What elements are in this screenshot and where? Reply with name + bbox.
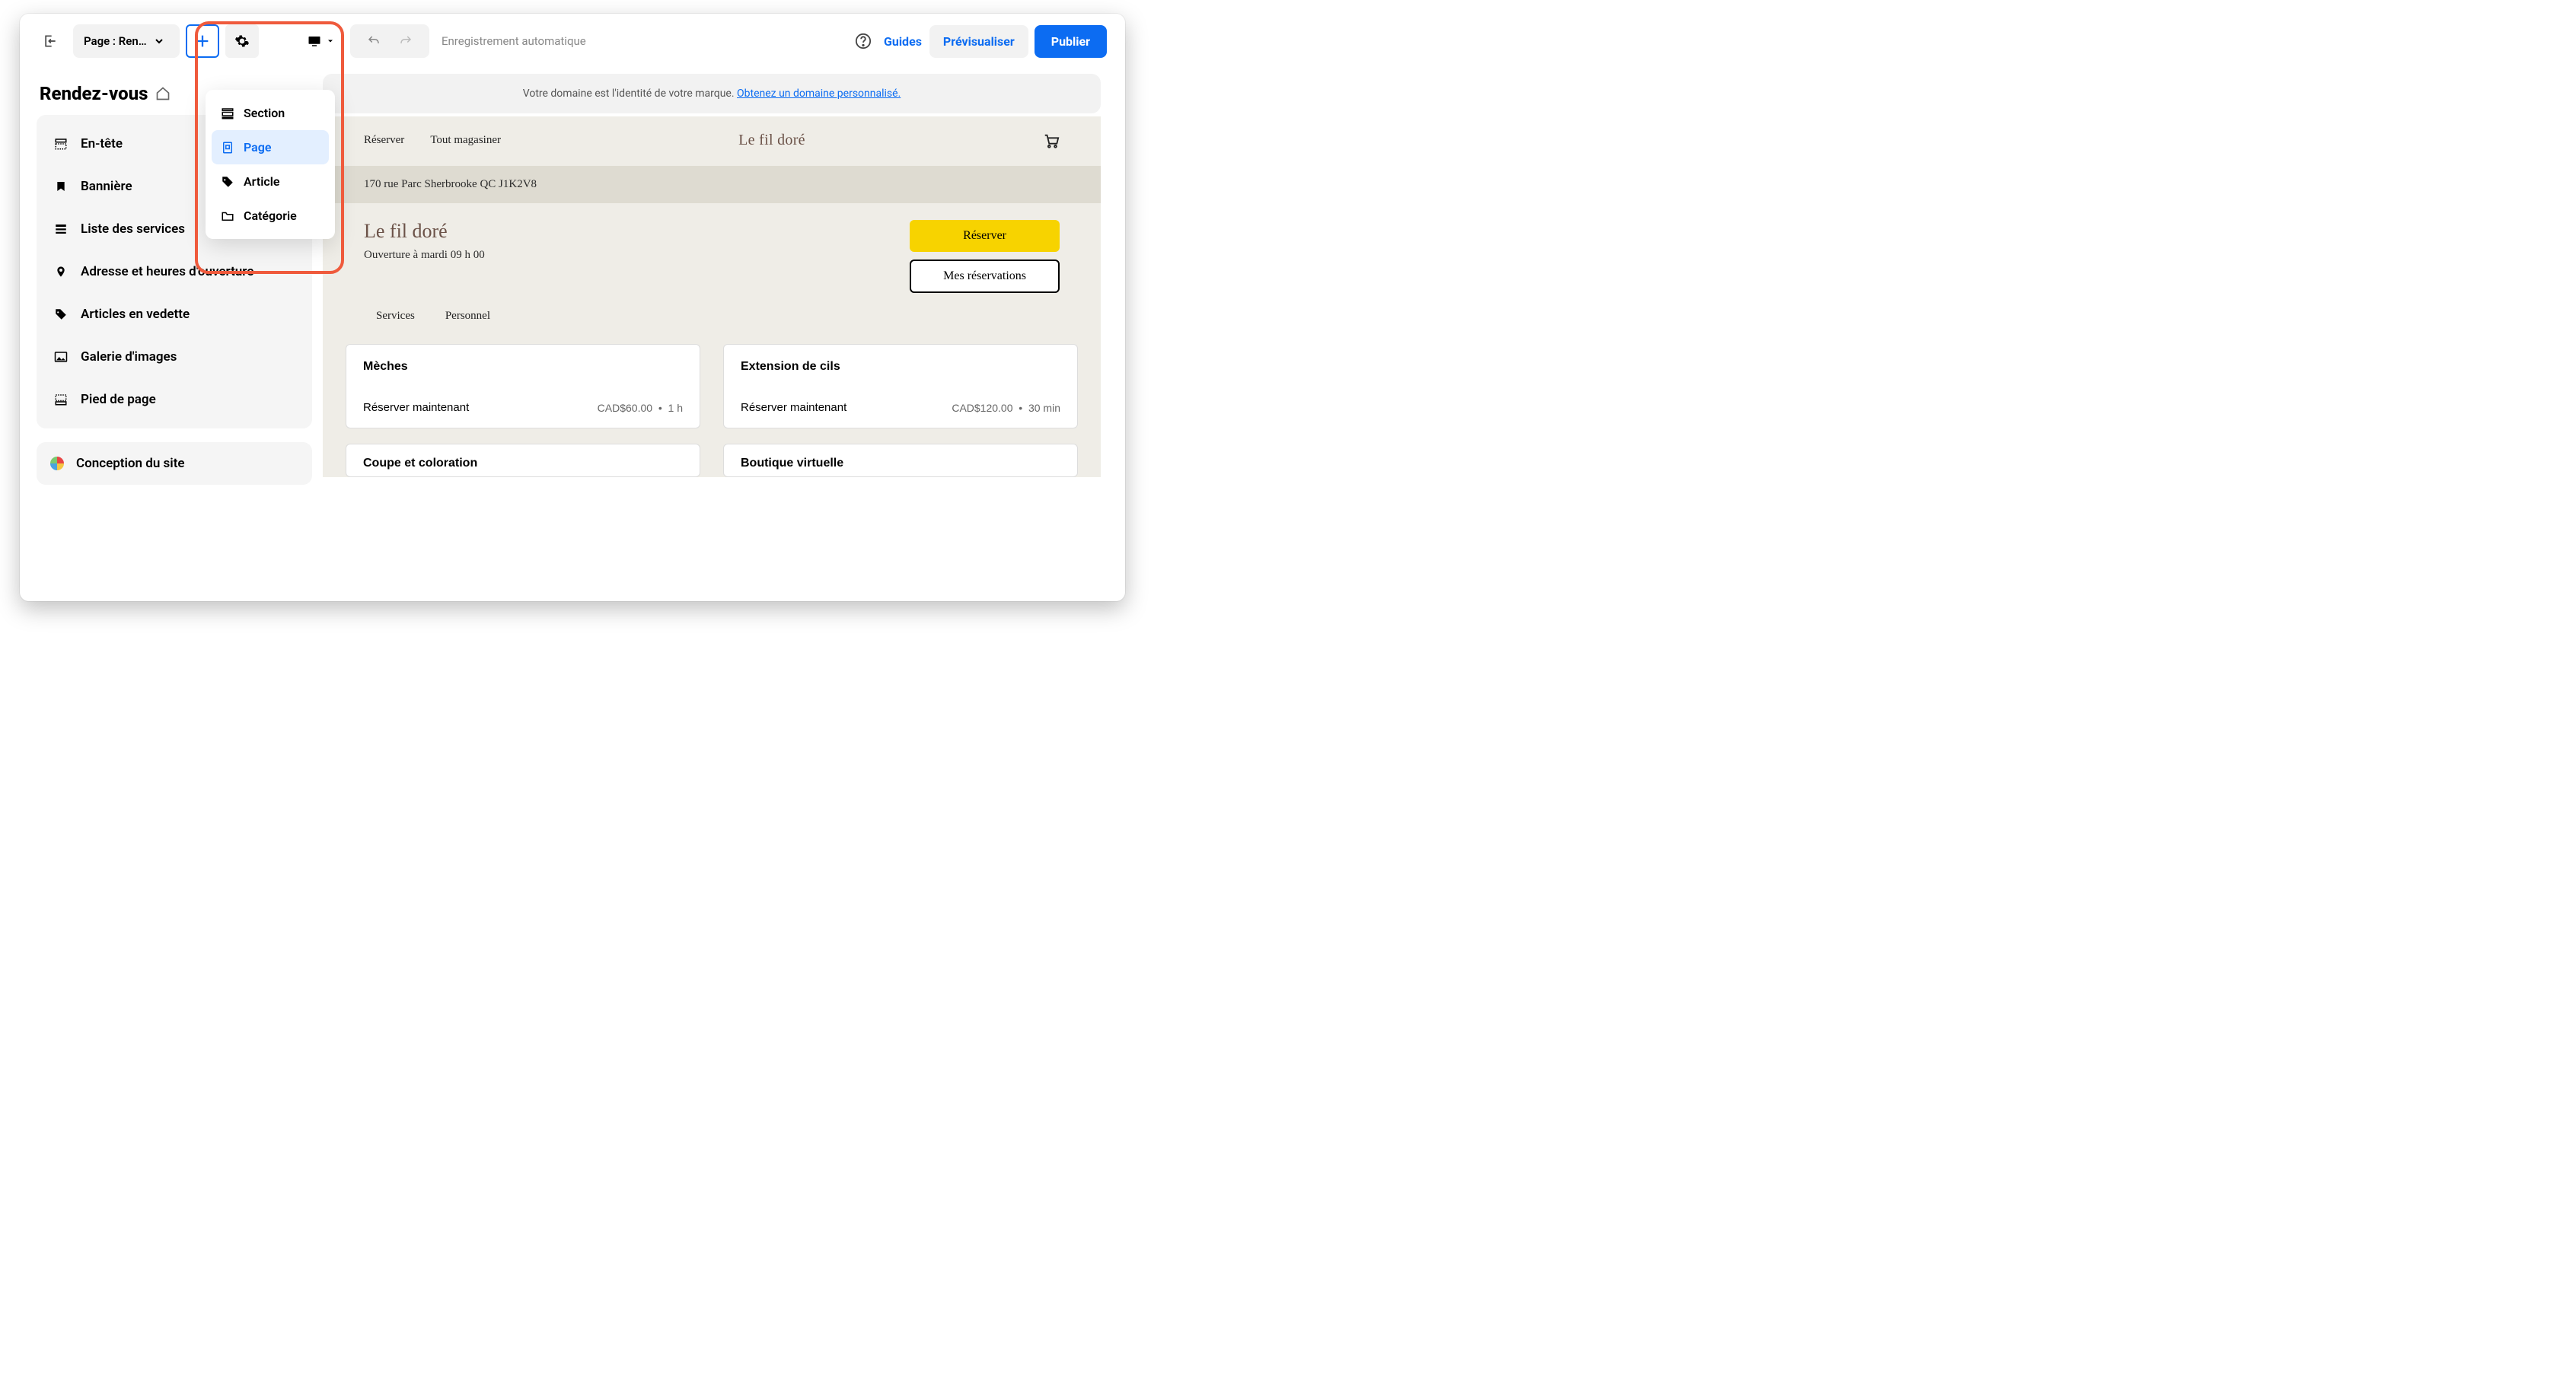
service-action[interactable]: Réserver maintenant: [363, 401, 469, 414]
sidebar-item-label: Adresse et heures d'ouverture: [81, 264, 253, 279]
page-selector[interactable]: Page : Ren…: [73, 24, 180, 58]
sidebar-item-label: Pied de page: [81, 392, 156, 407]
header-icon: [53, 137, 69, 151]
tag-icon: [221, 175, 234, 189]
service-title: Coupe et coloration: [363, 457, 477, 470]
pin-icon: [53, 264, 69, 279]
service-title: Mèches: [363, 360, 683, 374]
sidebar-item-label: Articles en vedette: [81, 307, 190, 322]
service-card[interactable]: Coupe et coloration: [346, 444, 700, 477]
sidebar-item-label: En-tête: [81, 136, 123, 151]
undo-icon: [365, 34, 382, 48]
site-design-label: Conception du site: [76, 456, 185, 471]
add-menu-page[interactable]: Page: [212, 130, 329, 164]
add-menu-label: Page: [244, 140, 271, 154]
tab-staff[interactable]: Personnel: [445, 310, 490, 323]
service-action[interactable]: Réserver maintenant: [741, 401, 846, 414]
home-icon: [155, 86, 171, 101]
settings-button[interactable]: [225, 24, 259, 58]
reserve-button[interactable]: Réserver: [910, 220, 1060, 252]
device-selector[interactable]: [298, 24, 344, 58]
bookmark-icon: [53, 180, 69, 193]
domain-banner: Votre domaine est l'identité de votre ma…: [323, 74, 1101, 113]
list-icon: [53, 222, 69, 236]
guides-link[interactable]: Guides: [882, 27, 923, 56]
add-menu-label: Catégorie: [244, 209, 297, 223]
palette-icon: [50, 457, 64, 470]
add-menu-label: Section: [244, 106, 285, 120]
service-title: Boutique virtuelle: [741, 457, 843, 470]
help-button[interactable]: [850, 28, 876, 54]
sidebar-item-label: Bannière: [81, 179, 132, 194]
my-reservations-button[interactable]: Mes réservations: [910, 260, 1060, 293]
cart-icon: [1043, 132, 1060, 149]
add-menu-label: Article: [244, 174, 279, 189]
undo-button[interactable]: [358, 34, 390, 48]
add-menu-category[interactable]: Catégorie: [212, 199, 329, 233]
site-title: Le fil doré: [364, 220, 485, 243]
sidebar-item-gallery[interactable]: Galerie d'images: [43, 336, 306, 378]
service-meta: CAD$60.00 • 1 h: [598, 402, 683, 414]
chevron-down-icon: [153, 35, 165, 47]
service-title: Extension de cils: [741, 360, 1060, 374]
help-icon: [855, 33, 872, 49]
sidebar-item-footer[interactable]: Pied de page: [43, 378, 306, 421]
site-preview: Réserver Tout magasiner Le fil doré 170 …: [323, 116, 1101, 477]
publish-button[interactable]: Publier: [1035, 25, 1107, 58]
footer-icon: [53, 393, 69, 406]
domain-banner-link[interactable]: Obtenez un domaine personnalisé.: [737, 88, 901, 100]
sidebar-item-address[interactable]: Adresse et heures d'ouverture: [43, 250, 306, 293]
back-icon[interactable]: [33, 24, 67, 58]
undo-redo-group: [350, 24, 429, 58]
tab-services[interactable]: Services: [376, 310, 415, 323]
add-menu-section[interactable]: Section: [212, 96, 329, 130]
site-brand: Le fil doré: [738, 132, 805, 149]
preview-button[interactable]: Prévisualiser: [929, 25, 1028, 58]
service-meta: CAD$120.00 • 30 min: [952, 402, 1060, 414]
add-button[interactable]: [186, 24, 219, 58]
add-menu-article[interactable]: Article: [212, 164, 329, 199]
nav-shop-all[interactable]: Tout magasiner: [430, 134, 501, 147]
folder-icon: [221, 209, 234, 223]
caret-down-icon: [326, 37, 335, 46]
domain-banner-text: Votre domaine est l'identité de votre ma…: [523, 88, 737, 100]
site-address-bar: 170 rue Parc Sherbrooke QC J1K2V8: [323, 166, 1101, 203]
service-card[interactable]: Mèches Réserver maintenant CAD$60.00 • 1…: [346, 344, 700, 428]
service-card[interactable]: Boutique virtuelle: [723, 444, 1078, 477]
page-title-text: Rendez-vous: [40, 83, 148, 104]
redo-icon: [397, 34, 414, 48]
site-design-link[interactable]: Conception du site: [50, 456, 298, 471]
sidebar-item-label: Galerie d'images: [81, 349, 177, 365]
add-menu: Section Page Article Catégorie: [206, 90, 335, 239]
gear-icon: [234, 33, 250, 49]
desktop-icon: [308, 35, 321, 47]
site-subtitle: Ouverture à mardi 09 h 00: [364, 249, 485, 262]
topbar: Page : Ren… Enregistrement automatique: [20, 14, 1125, 69]
plus-icon: [194, 33, 211, 49]
cart-button[interactable]: [1043, 132, 1060, 149]
sidebar-item-featured[interactable]: Articles en vedette: [43, 293, 306, 336]
service-card[interactable]: Extension de cils Réserver maintenant CA…: [723, 344, 1078, 428]
redo-button[interactable]: [390, 34, 422, 48]
page-icon: [221, 141, 234, 154]
page-selector-label: Page : Ren…: [84, 34, 147, 48]
nav-reserve[interactable]: Réserver: [364, 134, 404, 147]
section-icon: [221, 107, 234, 120]
autosave-status: Enregistrement automatique: [442, 34, 586, 48]
sidebar-item-label: Liste des services: [81, 221, 185, 237]
canvas: Votre domaine est l'identité de votre ma…: [318, 69, 1125, 601]
tag-icon: [53, 307, 69, 321]
image-icon: [53, 351, 69, 363]
